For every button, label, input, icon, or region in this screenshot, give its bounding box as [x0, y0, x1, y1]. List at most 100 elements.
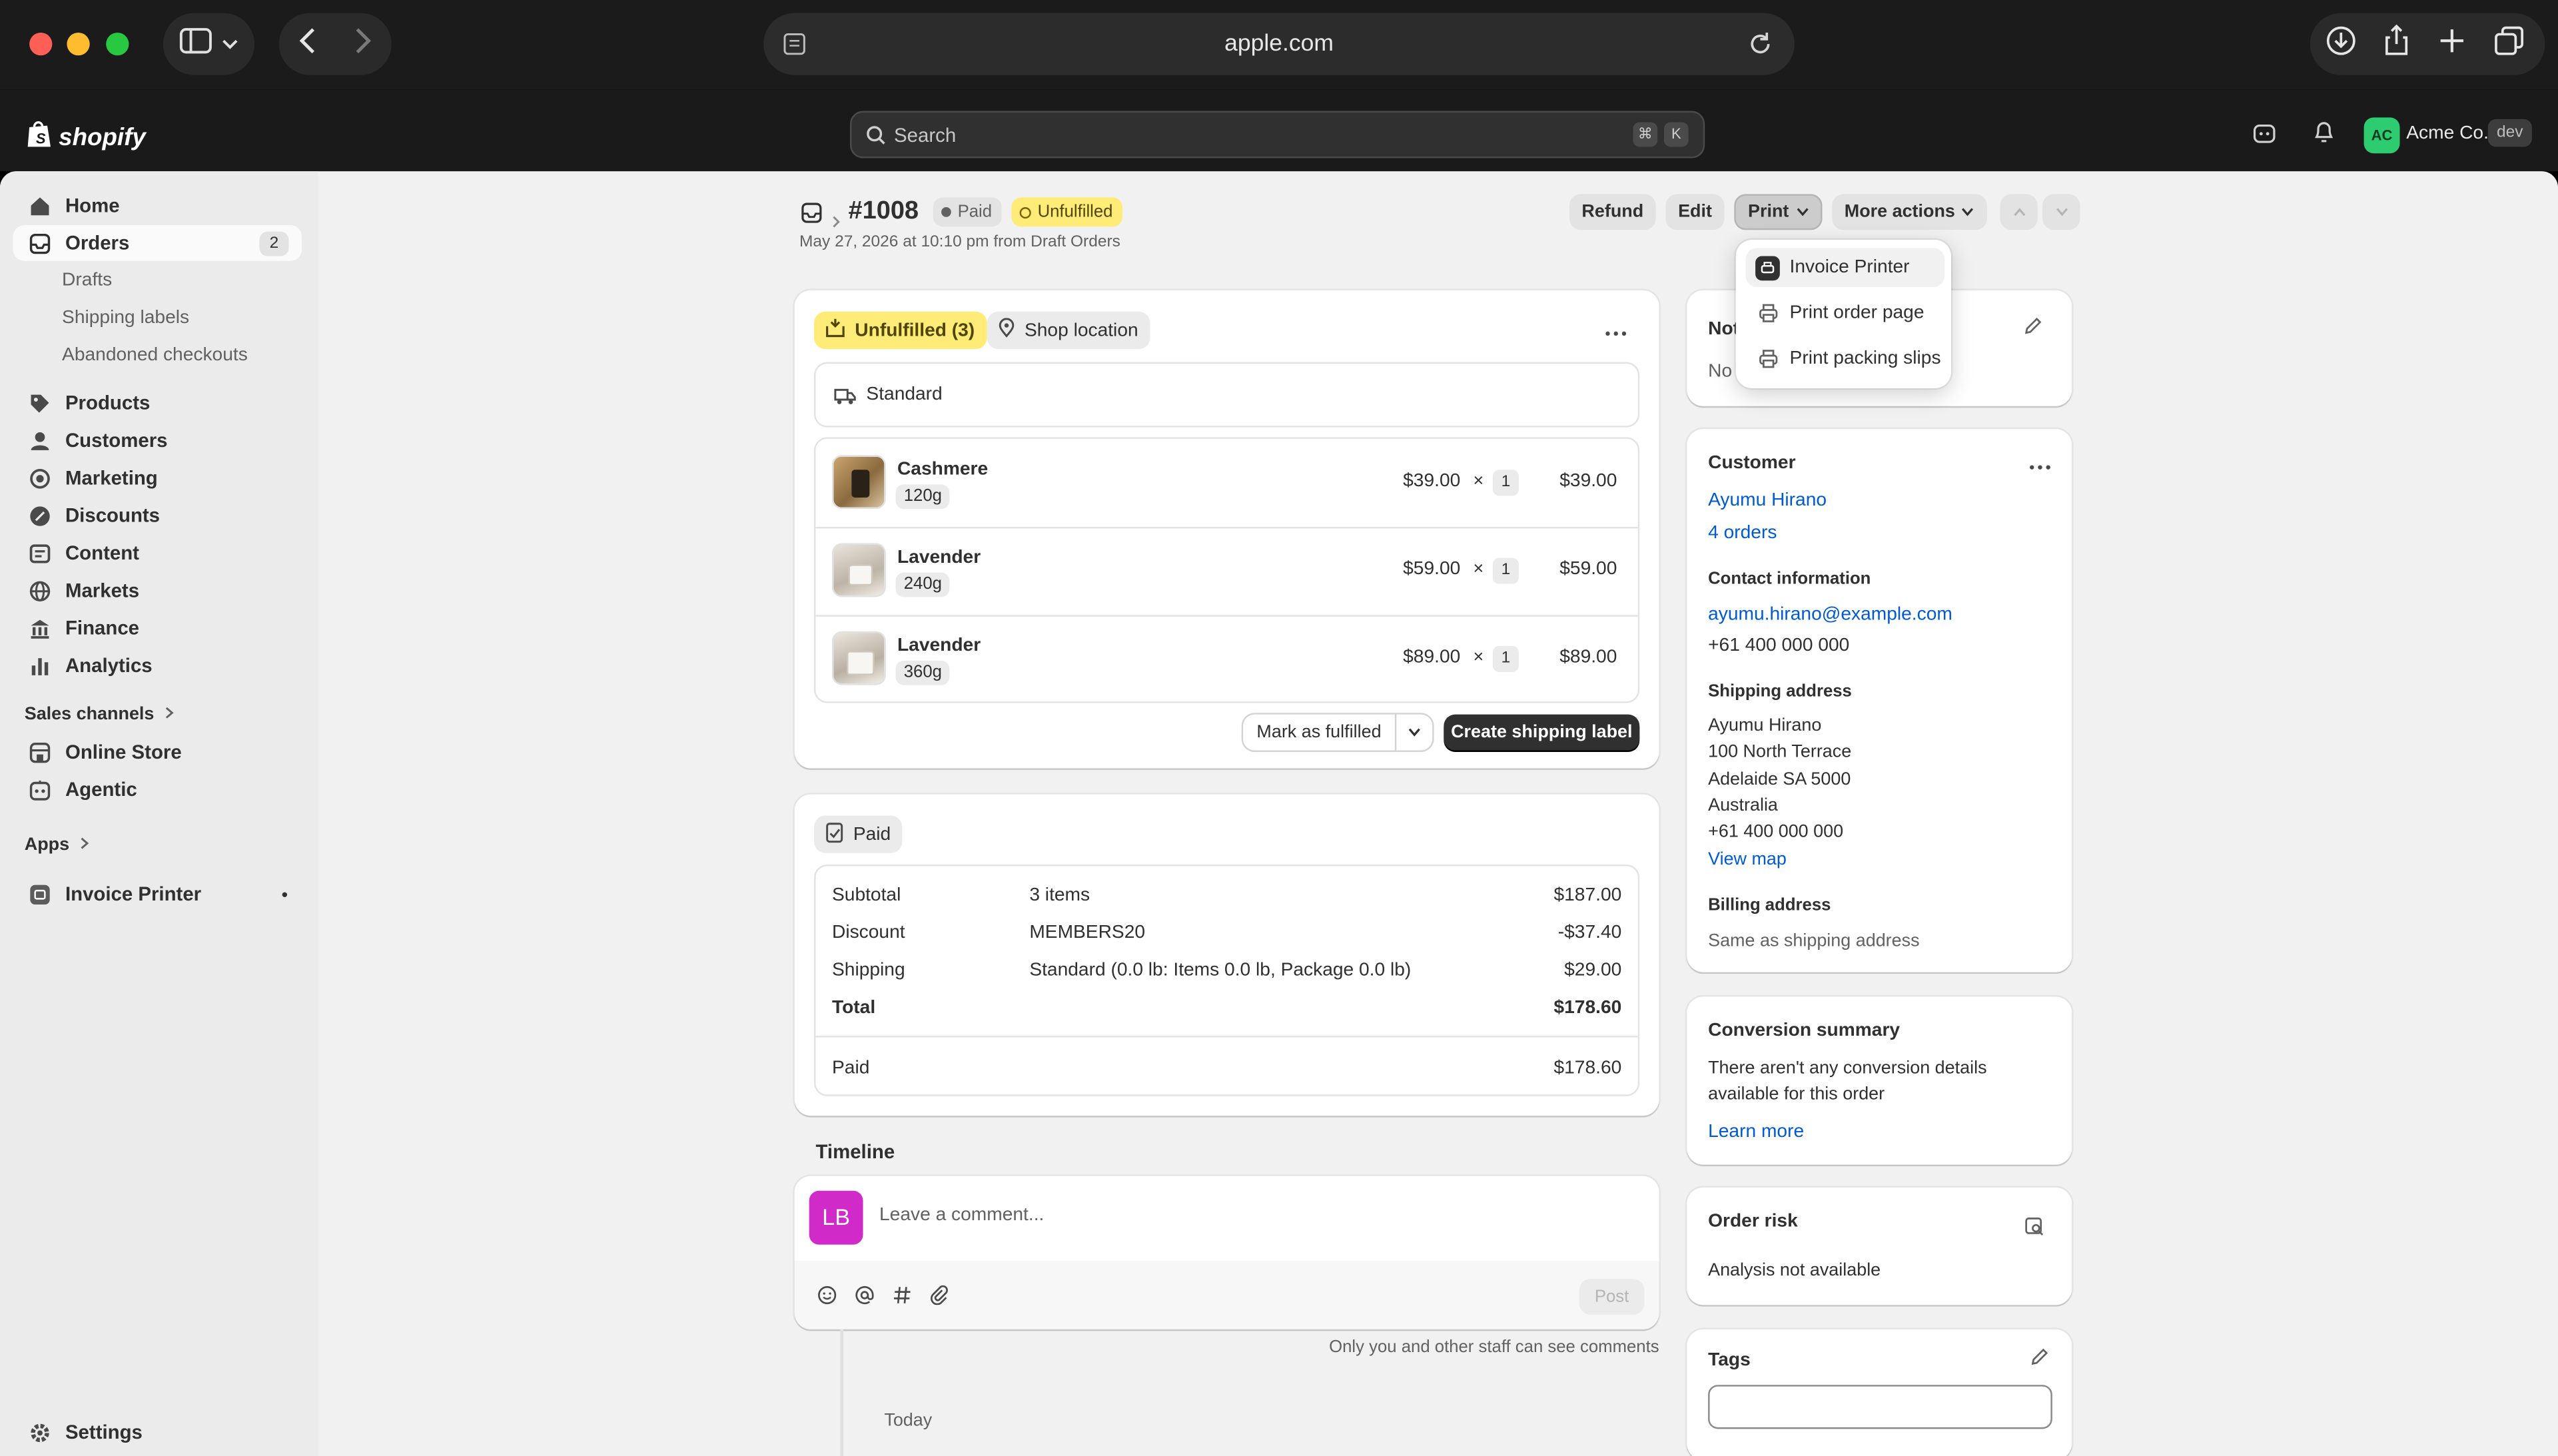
mention-icon[interactable] [855, 1283, 874, 1313]
previous-order-button[interactable] [2000, 194, 2038, 230]
next-order-button[interactable] [2042, 194, 2080, 230]
fulfill-options-button[interactable] [1396, 714, 1433, 751]
bar-chart-icon [28, 654, 51, 677]
badge-label: Unfulfilled [1037, 202, 1113, 222]
sidebar-item-label: Discounts [65, 504, 161, 528]
sidebar-item-products[interactable]: Products [13, 385, 302, 421]
window-close-button[interactable] [29, 32, 53, 56]
store-name[interactable]: Acme Co. [2406, 124, 2489, 143]
chevron-right-icon [164, 705, 174, 724]
comment-input[interactable]: Leave a comment... [879, 1206, 1044, 1225]
product-thumbnail [831, 631, 886, 685]
quantity-badge: 1 [1492, 645, 1519, 672]
menu-item-label: Print packing slips [1789, 349, 1941, 369]
post-comment-button[interactable]: Post [1579, 1279, 1645, 1315]
sidekick-icon[interactable] [2253, 123, 2276, 152]
sidebar-item-marketing[interactable]: Marketing [13, 460, 302, 496]
customer-name-link[interactable]: Ayumu Hirano [1708, 491, 1827, 510]
store-avatar[interactable]: AC [2363, 117, 2400, 154]
sidebar-item-orders[interactable]: Orders 2 [13, 224, 302, 261]
line-item[interactable]: Lavender 240g $59.00 × 1 $59.00 [816, 527, 1638, 615]
ellipsis-icon [2028, 448, 2050, 478]
notification-bell-icon[interactable] [2314, 121, 2335, 152]
tags-title: Tags [1708, 1350, 1751, 1371]
download-icon[interactable] [2326, 25, 2355, 63]
timeline-title: Timeline [815, 1140, 895, 1164]
sidebar-item-analytics[interactable]: Analytics [13, 647, 302, 683]
person-icon [28, 429, 51, 452]
forward-icon[interactable] [351, 25, 374, 63]
sidebar-item-finance[interactable]: Finance [13, 610, 302, 646]
orders-back-icon[interactable] [801, 202, 822, 232]
admin-search-input[interactable]: Search ⌘ K [849, 111, 1705, 159]
app-icon [28, 883, 51, 905]
window-zoom-button[interactable] [106, 32, 129, 56]
shopify-logo[interactable]: S shopify [26, 119, 146, 155]
sidebar-toggle-button[interactable] [163, 13, 255, 75]
create-shipping-label-button[interactable]: Create shipping label [1444, 714, 1640, 751]
address-line: 100 North Terrace [1708, 742, 1852, 762]
customer-card: Customer Ayumu Hirano 4 orders Contact i… [1687, 429, 2072, 972]
sidebar-subitem-shipping-labels[interactable]: Shipping labels [62, 308, 189, 328]
sidebar-item-agentic[interactable]: Agentic [13, 771, 302, 807]
sidebar-subitem-drafts[interactable]: Drafts [62, 271, 112, 290]
refund-button[interactable]: Refund [1569, 194, 1656, 230]
emoji-icon[interactable] [817, 1283, 837, 1313]
apps-section[interactable]: Apps [25, 835, 89, 855]
button-label: Post [1594, 1287, 1629, 1307]
sidebar-item-home[interactable]: Home [13, 188, 302, 224]
edit-tags-button[interactable] [2021, 1343, 2057, 1379]
hashtag-icon[interactable] [893, 1283, 912, 1313]
line-item[interactable]: Lavender 360g $89.00 × 1 $89.00 [816, 615, 1638, 703]
learn-more-link[interactable]: Learn more [1708, 1122, 1804, 1142]
window-minimize-button[interactable] [67, 32, 90, 56]
fulfillment-card: Unfulfilled (3) Shop location Standard C… [794, 290, 1659, 769]
sales-channels-section[interactable]: Sales channels [25, 705, 174, 724]
sidebar-item-discounts[interactable]: Discounts [13, 498, 302, 534]
sidebar-item-label: Online Store [65, 740, 182, 764]
reload-icon[interactable] [1747, 31, 1773, 65]
line-item[interactable]: Cashmere 120g $39.00 × 1 $39.00 [816, 439, 1638, 527]
edit-button[interactable]: Edit [1665, 194, 1725, 230]
customer-menu-button[interactable] [2021, 446, 2057, 482]
sidebar-item-markets[interactable]: Markets [13, 573, 302, 609]
shortcut-key-k: K [1663, 122, 1689, 147]
menu-item-print-order-page[interactable]: Print order page [1745, 294, 1944, 333]
pencil-icon [2030, 1345, 2049, 1375]
attachment-icon[interactable] [930, 1283, 949, 1313]
sidebar-item-label: Orders [65, 231, 130, 255]
menu-item-print-packing-slips[interactable]: Print packing slips [1745, 339, 1944, 378]
unit-price: $39.00 [1403, 471, 1461, 492]
tag-icon [28, 392, 51, 414]
summary-amount: $187.00 [1553, 885, 1622, 906]
tags-input[interactable] [1708, 1385, 2052, 1429]
share-icon[interactable] [2383, 23, 2409, 65]
customer-orders-link[interactable]: 4 orders [1708, 524, 1777, 543]
sidebar-item-invoice-printer[interactable]: Invoice Printer [13, 876, 302, 912]
line-total: $59.00 [1559, 559, 1617, 579]
sidebar-item-online-store[interactable]: Online Store [13, 734, 302, 770]
contact-title: Contact information [1708, 569, 1871, 589]
new-tab-icon[interactable] [2439, 27, 2465, 61]
sidebar-item-customers[interactable]: Customers [13, 422, 302, 458]
button-label: More actions [1844, 202, 1955, 222]
sidebar-item-label: Invoice Printer [65, 882, 202, 906]
more-actions-button[interactable]: More actions [1832, 194, 1987, 230]
edit-notes-button[interactable] [2015, 312, 2051, 348]
sidebar-item-settings[interactable]: Settings [13, 1414, 302, 1450]
customer-email-link[interactable]: ayumu.hirano@example.com [1708, 605, 1952, 625]
menu-item-invoice-printer[interactable]: Invoice Printer [1745, 248, 1945, 288]
view-map-link[interactable]: View map [1708, 850, 1787, 869]
back-icon[interactable] [297, 25, 320, 63]
sidebar-item-content[interactable]: Content [13, 535, 302, 571]
print-button[interactable]: Print [1734, 194, 1823, 230]
sidebar: Home Orders 2 Drafts Shipping labels Aba… [0, 171, 318, 1456]
fulfillment-menu-button[interactable] [1597, 312, 1633, 348]
sidebar-subitem-abandoned-checkouts[interactable]: Abandoned checkouts [62, 346, 248, 365]
summary-detail: 3 items [1029, 885, 1090, 906]
tab-overview-icon[interactable] [2495, 25, 2524, 63]
sidebar-item-label: Settings [65, 1421, 143, 1444]
product-thumbnail [831, 543, 886, 597]
mark-as-fulfilled-button[interactable]: Mark as fulfilled [1243, 714, 1395, 751]
address-bar[interactable]: apple.com [763, 13, 1795, 75]
